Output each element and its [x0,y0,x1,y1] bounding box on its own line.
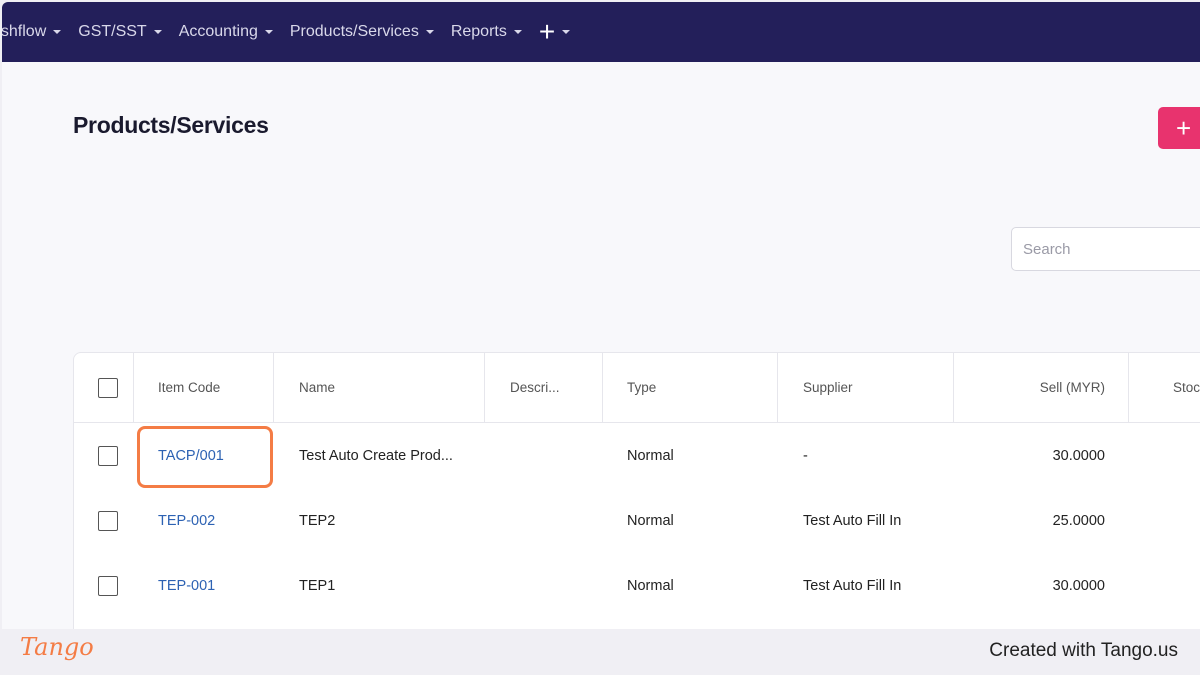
item-supplier: Test Auto Fill In [803,578,902,594]
item-sell-price: 30.0000 [1052,447,1105,464]
main-content: Products/Services + Item Code Name Descr… [2,62,1200,652]
nav-item-label: Reports [450,23,507,40]
row-select-cell [98,488,118,553]
plus-icon: + [538,16,556,47]
row-checkbox[interactable] [98,510,118,531]
tango-credit-text: Created with Tango.us [989,640,1178,661]
nav-cashflow[interactable]: ashflow [2,23,62,41]
caret-down-icon [153,30,162,34]
item-sell-price: 30.0000 [1052,578,1105,594]
tango-logo: Tango [20,633,94,661]
table-row[interactable]: TEP-002 TEP2 Normal Test Auto Fill In 25… [74,488,1200,553]
nav-gst-sst[interactable]: GST/SST [78,23,162,41]
nav-item-label: Products/Services [289,23,419,40]
item-type: Normal [627,578,674,594]
nav-item-label: GST/SST [78,23,147,40]
item-type: Normal [627,512,674,529]
row-select-cell [98,423,118,488]
row-checkbox[interactable] [98,576,118,596]
plus-icon: + [1176,112,1192,143]
column-divider [1128,353,1129,422]
column-divider [133,353,134,422]
item-type: Normal [627,447,674,464]
column-header-description[interactable]: Descri... [510,353,560,422]
column-header-stock[interactable]: Stoc [1173,353,1200,422]
item-code-link[interactable]: TEP-001 [158,553,215,619]
select-all-checkbox[interactable] [98,377,118,398]
page-title: Products/Services [73,112,269,138]
item-name: Test Auto Create Prod... [299,447,453,464]
item-supplier: Test Auto Fill In [803,512,902,529]
nav-menu: ashflow GST/SST Accounting Products/Serv… [2,2,571,62]
table-row[interactable]: TEP-001 TEP1 Normal Test Auto Fill In 30… [74,553,1200,619]
nav-products-services[interactable]: Products/Services [290,23,434,41]
column-header-supplier[interactable]: Supplier [803,353,853,422]
column-divider [777,353,778,422]
column-divider [273,353,274,422]
column-divider [484,353,485,422]
item-code-link[interactable]: TACP/001 [158,423,224,488]
top-navigation: ashflow GST/SST Accounting Products/Serv… [2,2,1200,62]
caret-down-icon [562,30,571,34]
screenshot-frame: ashflow GST/SST Accounting Products/Serv… [0,0,1200,675]
column-header-type[interactable]: Type [627,353,656,422]
column-header-item-code[interactable]: Item Code [158,353,220,422]
row-checkbox[interactable] [98,445,118,466]
caret-down-icon [425,30,434,34]
item-name: TEP1 [299,578,336,594]
column-divider [602,353,603,422]
item-name: TEP2 [299,512,336,529]
nav-reports[interactable]: Reports [451,23,522,41]
select-all-cell [98,353,118,422]
caret-down-icon [264,30,273,34]
products-table: Item Code Name Descri... Type Supplier S… [73,352,1200,652]
add-product-button[interactable]: + [1158,107,1200,149]
caret-down-icon [53,30,62,34]
table-row[interactable]: TACP/001 Test Auto Create Prod... Normal… [74,423,1200,488]
nav-item-label: Accounting [178,23,258,40]
nav-add-menu[interactable]: + [538,16,571,47]
search-input[interactable] [1011,227,1200,271]
column-header-sell[interactable]: Sell (MYR) [954,353,1105,422]
table-header-row: Item Code Name Descri... Type Supplier S… [74,353,1200,423]
row-select-cell [98,553,118,619]
nav-item-label: ashflow [2,23,47,40]
item-code-link[interactable]: TEP-002 [158,488,215,553]
caret-down-icon [513,30,522,34]
column-header-name[interactable]: Name [299,353,335,422]
item-sell-price: 25.0000 [1052,512,1105,529]
item-supplier: - [803,447,808,464]
nav-accounting[interactable]: Accounting [179,23,273,41]
tango-footer: Tango Created with Tango.us [0,629,1200,675]
